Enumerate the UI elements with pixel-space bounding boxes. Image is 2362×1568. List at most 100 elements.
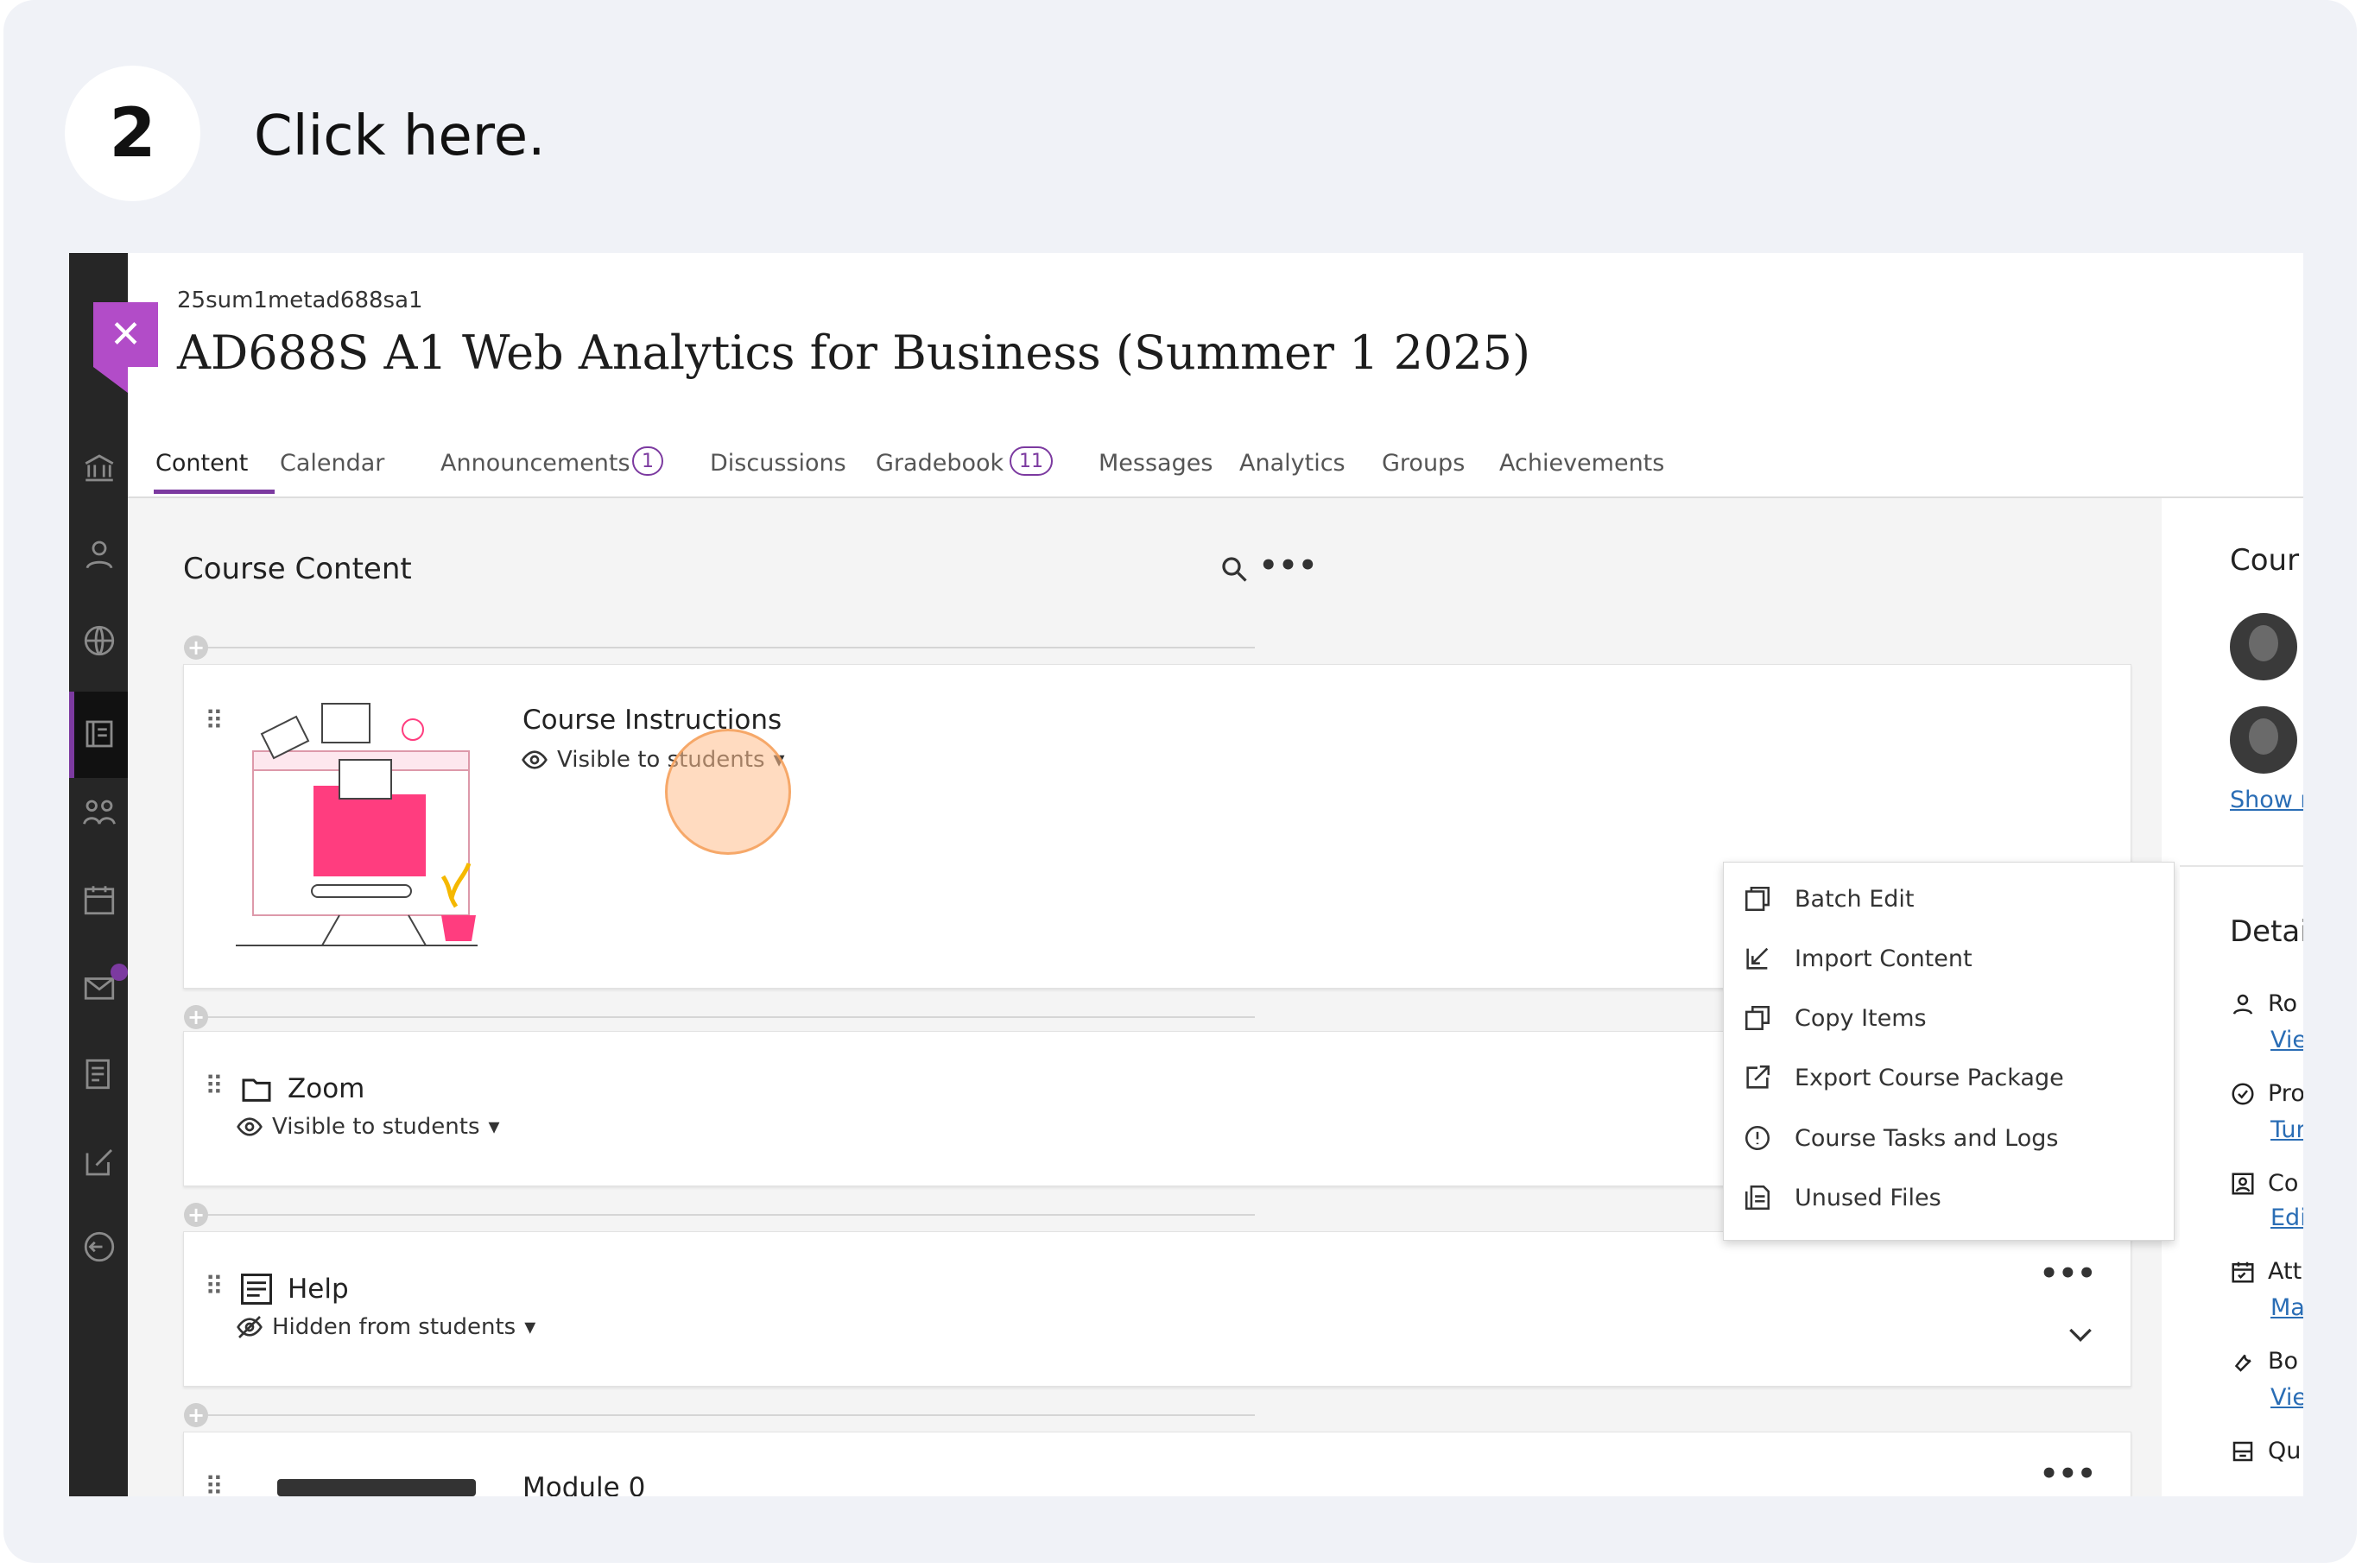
drag-handle-icon[interactable]: ⠿ xyxy=(205,706,224,737)
details-heading: Detai xyxy=(2230,914,2303,949)
panel-divider xyxy=(2180,865,2303,867)
chevron-down-icon[interactable] xyxy=(2063,1317,2098,1351)
drag-handle-icon[interactable]: ⠿ xyxy=(205,1472,224,1496)
global-nav-bar xyxy=(69,253,128,1496)
add-content-button[interactable]: + xyxy=(184,1403,208,1427)
eye-slash-icon xyxy=(237,1316,263,1338)
step-instruction: Click here. xyxy=(254,104,546,168)
detail-label: Pro xyxy=(2268,1080,2303,1107)
attendance-row: Att xyxy=(2230,1258,2302,1285)
detail-link[interactable]: Tur xyxy=(2270,1116,2303,1143)
more-options-button[interactable]: ••• xyxy=(1259,548,1317,583)
menu-item-batch-edit[interactable]: Batch Edit xyxy=(1743,882,1914,916)
eye-icon xyxy=(522,750,548,769)
avatar[interactable] xyxy=(2230,613,2297,680)
course-image-row: Co xyxy=(2230,1170,2298,1197)
tab-messages[interactable]: Messages xyxy=(1099,450,1213,477)
caret-down-icon: ▾ xyxy=(488,1114,500,1140)
item-title[interactable]: Help xyxy=(288,1274,349,1305)
detail-link[interactable]: Vie xyxy=(2270,1027,2303,1053)
caret-down-icon: ▾ xyxy=(524,1314,536,1340)
more-options-menu: Batch Edit Import Content Copy Items Exp… xyxy=(1723,862,2175,1241)
files-icon xyxy=(1745,1185,1770,1211)
content-item-help[interactable]: ⠿ Help Hidden from students ▾ ••• xyxy=(183,1231,2131,1387)
search-icon[interactable] xyxy=(1219,553,1250,585)
alert-circle-icon xyxy=(1745,1125,1770,1151)
attendance-icon xyxy=(2232,1261,2254,1282)
courses-icon[interactable] xyxy=(81,716,117,752)
institution-icon[interactable] xyxy=(81,450,117,486)
roster-icon xyxy=(2232,994,2253,1015)
calendar-icon[interactable] xyxy=(81,882,117,918)
menu-item-export-course-package[interactable]: Export Course Package xyxy=(1743,1060,2064,1095)
globe-icon[interactable] xyxy=(81,623,117,659)
visibility-dropdown[interactable]: Hidden from students ▾ xyxy=(236,1313,535,1341)
item-more-options-button[interactable]: ••• xyxy=(2040,1256,2096,1291)
detail-link[interactable]: Vie xyxy=(2270,1384,2303,1411)
tutorial-page: 2 Click here. 25sum1metad688sa1 AD688S A… xyxy=(3,0,2357,1563)
copy-icon xyxy=(1745,1005,1770,1031)
detail-link[interactable]: Ma xyxy=(2270,1294,2303,1321)
avatar[interactable] xyxy=(2230,706,2297,774)
visibility-dropdown[interactable]: Visible to students ▾ xyxy=(236,1113,500,1141)
add-content-button[interactable]: + xyxy=(184,635,208,660)
menu-item-copy-items[interactable]: Copy Items xyxy=(1743,1001,1927,1035)
course-faculty-heading: Cour xyxy=(2230,543,2300,578)
active-tab-underline xyxy=(154,490,275,494)
tab-discussions[interactable]: Discussions xyxy=(710,450,846,477)
detail-label: Att xyxy=(2268,1258,2302,1285)
profile-icon[interactable] xyxy=(81,536,117,572)
drag-handle-icon[interactable]: ⠿ xyxy=(205,1272,224,1302)
organizations-icon[interactable] xyxy=(81,795,117,831)
tab-announcements[interactable]: Announcements xyxy=(440,450,630,477)
menu-item-label: Export Course Package xyxy=(1795,1064,2064,1091)
edit-icon[interactable] xyxy=(81,1144,117,1180)
grades-icon[interactable] xyxy=(81,1056,117,1092)
show-more-link[interactable]: Show r xyxy=(2230,787,2303,813)
check-circle-icon xyxy=(2232,1083,2254,1104)
wrench-icon xyxy=(2234,1354,2251,1372)
detail-label: Co xyxy=(2268,1170,2299,1197)
roster-row: Ro xyxy=(2230,990,2297,1017)
import-icon xyxy=(1746,947,1769,970)
add-content-button[interactable]: + xyxy=(184,1203,208,1227)
course-header: 25sum1metad688sa1 AD688S A1 Web Analytic… xyxy=(128,253,2303,427)
menu-item-course-tasks-and-logs[interactable]: Course Tasks and Logs xyxy=(1743,1121,2058,1155)
document-icon xyxy=(241,1274,272,1305)
screenshot-frame: 25sum1metad688sa1 AD688S A1 Web Analytic… xyxy=(69,253,2303,1496)
tab-groups[interactable]: Groups xyxy=(1382,450,1465,477)
detail-label: Bo xyxy=(2268,1348,2299,1375)
add-content-divider xyxy=(193,1414,1255,1416)
messages-unread-badge xyxy=(111,964,128,981)
item-more-options-button[interactable]: ••• xyxy=(2040,1457,2096,1491)
item-title[interactable]: Module 0 xyxy=(522,1472,645,1496)
course-content-heading: Course Content xyxy=(183,552,412,586)
image-icon xyxy=(2232,1173,2254,1194)
progress-row: Pro xyxy=(2230,1080,2303,1107)
drag-handle-icon[interactable]: ⠿ xyxy=(205,1072,224,1102)
menu-item-unused-files[interactable]: Unused Files xyxy=(1743,1180,1941,1215)
menu-item-label: Course Tasks and Logs xyxy=(1795,1124,2059,1152)
close-icon[interactable]: ✕ xyxy=(93,302,158,367)
tab-content[interactable]: Content xyxy=(155,450,248,477)
item-title[interactable]: Zoom xyxy=(288,1073,364,1104)
announcements-count-badge: 1 xyxy=(632,446,663,476)
menu-item-import-content[interactable]: Import Content xyxy=(1743,941,1973,976)
sign-out-icon[interactable] xyxy=(81,1229,117,1265)
export-icon xyxy=(1746,1065,1770,1089)
tab-calendar[interactable]: Calendar xyxy=(280,450,384,477)
detail-link[interactable]: Edi xyxy=(2270,1204,2303,1231)
visibility-label: Visible to students xyxy=(272,1114,480,1140)
menu-item-label: Copy Items xyxy=(1795,1004,1927,1032)
course-tabs: Content Calendar Announcements 1 Discuss… xyxy=(128,426,2303,498)
tab-analytics[interactable]: Analytics xyxy=(1239,450,1346,477)
question-banks-row: Qu xyxy=(2230,1438,2301,1464)
add-content-button[interactable]: + xyxy=(184,1005,208,1029)
question-bank-icon xyxy=(2232,1441,2253,1461)
content-item-module-0[interactable]: ⠿ Module 0 ••• xyxy=(183,1432,2131,1496)
tab-achievements[interactable]: Achievements xyxy=(1499,450,1664,477)
gradebook-count-badge: 11 xyxy=(1010,446,1053,476)
close-tile-tail xyxy=(93,367,128,393)
visibility-label: Hidden from students xyxy=(272,1314,516,1340)
tab-gradebook[interactable]: Gradebook xyxy=(876,450,1004,477)
